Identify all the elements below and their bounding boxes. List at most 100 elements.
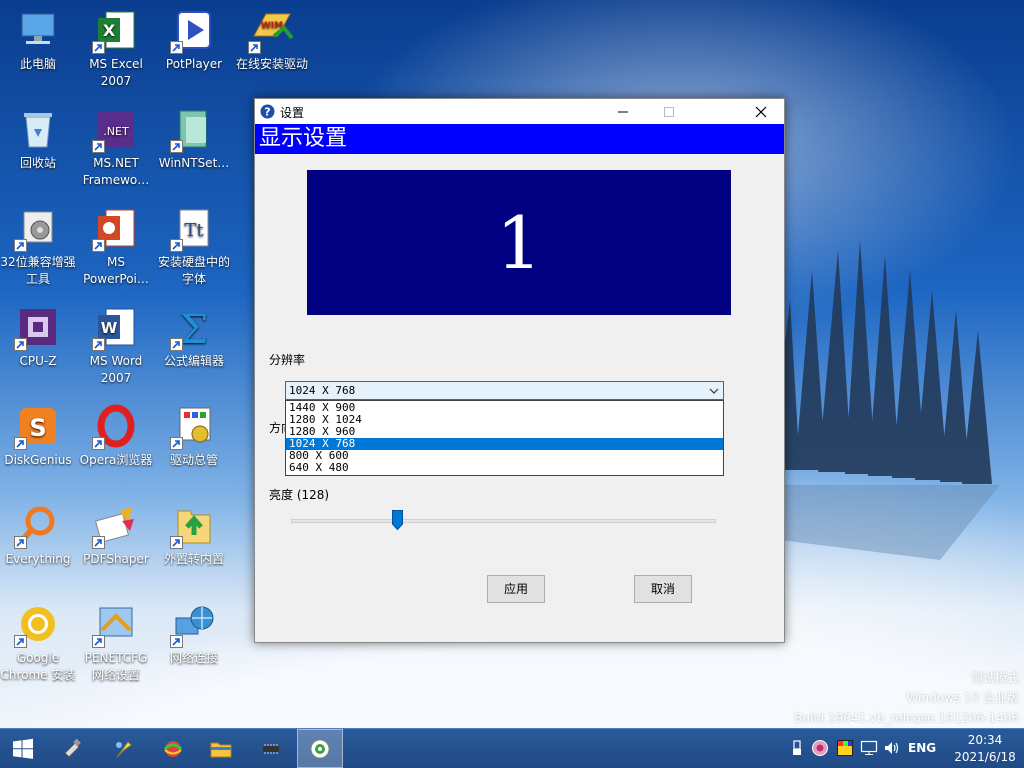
shortcut-arrow-icon bbox=[92, 41, 105, 54]
close-button[interactable] bbox=[738, 99, 784, 124]
taskbar-network-ball-button[interactable] bbox=[150, 729, 196, 768]
taskbar: ENG 20:34 2021/6/18 bbox=[0, 728, 1024, 768]
winntsetup-icon bbox=[170, 105, 218, 153]
excel-icon: X bbox=[92, 6, 140, 54]
desktop-shortcut-label: 此电脑 bbox=[19, 57, 56, 71]
test-mode-watermark: 测试模式 Windows 10 企业版 Build 19041.vb_relea… bbox=[794, 668, 1019, 728]
desktop-shortcut-label: 外置转内置 bbox=[163, 552, 224, 566]
desktop-shortcut[interactable]: PENETCFG 网络设置 bbox=[78, 600, 154, 684]
driver-manager-icon bbox=[170, 402, 218, 450]
monitor-preview[interactable]: 1 bbox=[307, 170, 731, 315]
tools-icon bbox=[64, 738, 81, 758]
monitor-icon[interactable] bbox=[860, 739, 878, 757]
cancel-button[interactable]: 取消 bbox=[634, 575, 692, 603]
desktop-shortcut[interactable]: W MS Word 2007 bbox=[78, 303, 154, 387]
taskbar-pin-button[interactable] bbox=[100, 729, 146, 768]
clock-date: 2021/6/18 bbox=[954, 750, 1016, 764]
desktop-shortcut[interactable]: PotPlayer bbox=[156, 6, 232, 73]
maximize-button[interactable] bbox=[646, 99, 692, 124]
desktop-shortcut[interactable]: 32位兼容增强工具 bbox=[0, 204, 76, 288]
brightness-slider-track[interactable] bbox=[291, 519, 716, 523]
desktop-shortcut-label: 回收站 bbox=[19, 156, 56, 170]
dialog-titlebar[interactable]: ? 设置 bbox=[255, 99, 784, 124]
desktop-shortcut[interactable]: MS PowerPoi… bbox=[78, 204, 154, 288]
desktop-shortcut[interactable]: 回收站 bbox=[0, 105, 76, 172]
sigma-icon: Σ bbox=[170, 303, 218, 351]
powerpoint-icon bbox=[92, 204, 140, 252]
resolution-dropdown-list: 1440 X 900 1280 X 1024 1280 X 960 1024 X 76… bbox=[285, 400, 724, 476]
this-pc-icon bbox=[14, 6, 62, 54]
desktop-shortcut[interactable]: PDFShaper bbox=[78, 501, 154, 568]
chrome-icon bbox=[14, 600, 62, 648]
shortcut-arrow-icon bbox=[92, 635, 105, 648]
wim-icon: WIM bbox=[248, 6, 296, 54]
brightness-slider-thumb[interactable] bbox=[391, 510, 403, 530]
usb-icon[interactable] bbox=[788, 739, 806, 757]
desktop-shortcut[interactable]: Everything bbox=[0, 501, 76, 568]
desktop-shortcut[interactable]: CPU-Z bbox=[0, 303, 76, 370]
desktop-shortcut-label: 网络连接 bbox=[169, 651, 218, 665]
shortcut-arrow-icon bbox=[14, 239, 27, 252]
opera-icon bbox=[92, 402, 140, 450]
volume-icon[interactable] bbox=[883, 739, 901, 757]
settings-dialog: ? 设置 显示设置 1 分辨率 方向 1024 X 768 1440 X 900… bbox=[254, 98, 785, 643]
desktop-shortcut[interactable]: X MS Excel 2007 bbox=[78, 6, 154, 90]
desktop-shortcut[interactable]: Opera浏览器 bbox=[78, 402, 154, 469]
start-button[interactable] bbox=[0, 729, 46, 768]
network-ball-icon bbox=[163, 740, 183, 757]
resolution-select[interactable]: 1024 X 768 bbox=[285, 381, 724, 400]
windows-start-icon bbox=[13, 738, 33, 759]
desktop-shortcut[interactable]: S DiskGenius bbox=[0, 402, 76, 469]
apply-button[interactable]: 应用 bbox=[487, 575, 545, 603]
taskbar-tools-button[interactable] bbox=[50, 729, 96, 768]
language-indicator[interactable]: ENG bbox=[908, 741, 936, 755]
shortcut-arrow-icon bbox=[170, 437, 183, 450]
minimize-button[interactable] bbox=[600, 99, 646, 124]
desktop-shortcut-label: 公式编辑器 bbox=[163, 354, 224, 368]
shortcut-arrow-icon bbox=[14, 437, 27, 450]
desktop-shortcut[interactable]: WIM 在线安装驱动 bbox=[234, 6, 310, 73]
diskgenius-icon: S bbox=[14, 402, 62, 450]
shortcut-arrow-icon bbox=[92, 239, 105, 252]
desktop-shortcut[interactable]: Google Chrome 安装 bbox=[0, 600, 76, 684]
desktop-shortcut[interactable]: Σ 公式编辑器 bbox=[156, 303, 232, 370]
resolution-option[interactable]: 800 X 600 bbox=[286, 450, 723, 462]
help-icon: ? bbox=[260, 104, 275, 119]
monitor-number: 1 bbox=[496, 200, 542, 285]
desktop-shortcut[interactable]: WinNTSet… bbox=[156, 105, 232, 172]
desktop-shortcut-label: PENETCFG 网络设置 bbox=[84, 651, 148, 682]
taskbar-file-explorer-button[interactable] bbox=[198, 729, 244, 768]
resolution-value: 1024 X 768 bbox=[289, 384, 356, 397]
desktop-shortcut[interactable]: 驱动总管 bbox=[156, 402, 232, 469]
desktop-shortcut[interactable]: .NET MS.NET Framewo… bbox=[78, 105, 154, 189]
taskbar-chip-button[interactable] bbox=[248, 729, 294, 768]
compat-tool-icon bbox=[14, 204, 62, 252]
minimize-icon bbox=[618, 111, 628, 112]
desktop-shortcut[interactable]: Tt 安装硬盘中的字体 bbox=[156, 204, 232, 288]
penetcfg-icon bbox=[92, 600, 140, 648]
desktop-shortcut-label: 32位兼容增强工具 bbox=[0, 255, 76, 286]
desktop-shortcut[interactable]: 外置转内置 bbox=[156, 501, 232, 568]
desktop-shortcut-label: Everything bbox=[5, 552, 71, 566]
svg-text:?: ? bbox=[264, 106, 270, 119]
shortcut-arrow-icon bbox=[14, 338, 27, 351]
desktop-shortcut-label: DiskGenius bbox=[4, 453, 72, 467]
color-icon[interactable] bbox=[836, 739, 854, 757]
font-icon: Tt bbox=[170, 204, 218, 252]
taskbar-clock[interactable]: 20:34 2021/6/18 bbox=[950, 732, 1020, 766]
watermark-line-2: Windows 10 企业版 bbox=[906, 691, 1019, 705]
folder-arrow-icon bbox=[170, 501, 218, 549]
taskbar-display-settings-button[interactable] bbox=[297, 729, 343, 768]
desktop-shortcut[interactable]: 此电脑 bbox=[0, 6, 76, 73]
pdfshaper-icon bbox=[92, 501, 140, 549]
shortcut-arrow-icon bbox=[170, 140, 183, 153]
svg-text:Tt: Tt bbox=[184, 220, 204, 241]
resolution-option[interactable]: 1024 X 768 bbox=[286, 438, 723, 450]
svg-text:W: W bbox=[101, 319, 118, 337]
resolution-option[interactable]: 640 X 480 bbox=[286, 462, 723, 474]
shortcut-arrow-icon bbox=[92, 140, 105, 153]
record-icon[interactable] bbox=[811, 739, 829, 757]
shortcut-arrow-icon bbox=[248, 41, 261, 54]
desktop-shortcut[interactable]: 网络连接 bbox=[156, 600, 232, 667]
network-icon bbox=[170, 600, 218, 648]
